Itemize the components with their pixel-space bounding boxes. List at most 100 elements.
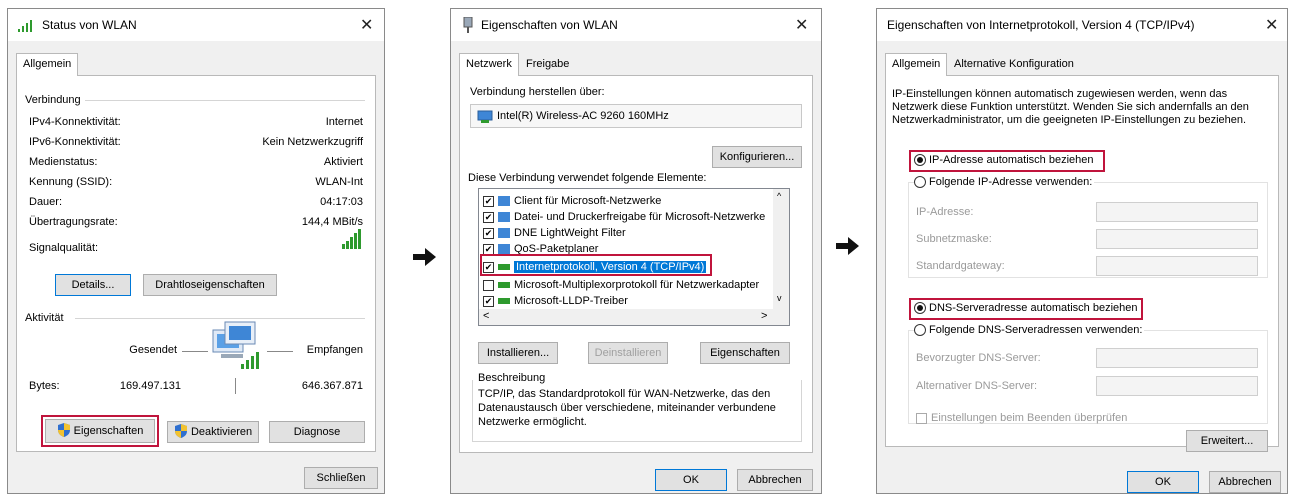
row-label: IPv4-Konnektivität: [29,116,121,128]
list-item[interactable]: ✔ DNE LightWeight Filter [483,225,626,241]
validate-checkbox[interactable] [916,412,927,424]
network-card-icon [477,110,493,123]
diagnose-button[interactable]: Diagnose [269,421,365,443]
protocol-icon [498,282,510,289]
elements-label: Diese Verbindung verwendet folgende Elem… [468,172,707,184]
connect-using-label: Verbindung herstellen über: [470,86,605,98]
shield-icon [174,424,187,439]
status-dialog-title: Status von WLAN [42,18,137,32]
network-service-icon [498,228,510,239]
bytes-label: Bytes: [29,380,60,392]
wireless-properties-button[interactable]: Drahtloseigenschaften [143,274,277,296]
close-button[interactable]: Schließen [304,467,378,489]
highlight-box [909,298,1143,320]
close-icon[interactable]: ✕ [795,15,808,35]
row-value: Internet [325,116,363,128]
cancel-button[interactable]: Abbrechen [1209,471,1281,493]
intro-text: Netzwerk diese Funktion unterstützt. Wen… [892,101,1249,113]
gateway-field[interactable] [1096,256,1258,276]
validate-label: Einstellungen beim Beenden überprüfen [931,412,1128,424]
ok-button[interactable]: OK [1127,471,1199,493]
item-properties-button[interactable]: Eigenschaften [700,342,790,364]
ip-address-field[interactable] [1096,202,1258,222]
list-item-label: Client für Microsoft-Netzwerke [514,195,662,207]
gateway-label: Standardgateway: [916,260,1005,272]
dns-manual-radio-row[interactable]: Folgende DNS-Serveradressen verwenden: [914,324,1145,337]
tab-network[interactable]: Netzwerk [459,53,519,76]
close-icon[interactable]: ✕ [1265,15,1278,35]
row-value: WLAN-Int [315,176,363,188]
list-item-label: DNE LightWeight Filter [514,227,626,239]
ip-manual-radio-row[interactable]: Folgende IP-Adresse verwenden: [914,176,1095,189]
list-item[interactable]: ✔ Client für Microsoft-Netzwerke [483,193,661,209]
list-item-label: Microsoft-LLDP-Treiber [514,295,628,307]
scroll-right-icon[interactable]: > [761,310,767,322]
row-label: Kennung (SSID): [29,176,113,188]
uninstall-button[interactable]: Deinstallieren [588,342,668,364]
install-button[interactable]: Installieren... [478,342,558,364]
network-adapter-icon [463,17,473,33]
list-item-label: Microsoft-Multiplexorprotokoll für Netzw… [514,279,760,291]
close-icon[interactable]: ✕ [360,15,373,35]
checkbox[interactable]: ✔ [483,243,494,255]
tab-sharing[interactable]: Freigabe [519,53,577,75]
configure-button[interactable]: Konfigurieren... [712,146,802,168]
ipv4-dialog-title: Eigenschaften von Internetprotokoll, Ver… [887,18,1195,32]
preferred-dns-field[interactable] [1096,348,1258,368]
description-text: TCP/IP, das Standardprotokoll für WAN-Ne… [478,388,771,400]
intro-text: IP-Einstellungen können automatisch zuge… [892,88,1228,100]
checkbox[interactable]: ✔ [483,227,494,239]
ipv4-properties-dialog: Eigenschaften von Internetprotokoll, Ver… [876,8,1288,494]
details-button[interactable]: Details... [55,274,131,296]
adapter-box: Intel(R) Wireless-AC 9260 160MHz [470,104,802,128]
bytes-sent-value: 169.497.131 [119,380,181,392]
alternate-dns-field[interactable] [1096,376,1258,396]
ipv4-tabs: Allgemein Alternative Konfiguration [885,53,1279,76]
checkbox[interactable]: ✔ [483,211,494,223]
horizontal-scrollbar[interactable]: < > [479,309,789,325]
deactivate-button-label: Deaktivieren [190,426,253,438]
validate-checkbox-row[interactable]: Einstellungen beim Beenden überprüfen [916,412,1127,424]
row-label: Übertragungsrate: [29,216,118,228]
deactivate-button[interactable]: Deaktivieren [167,421,259,443]
vertical-scrollbar[interactable]: ^ v [773,189,789,309]
highlight-box [909,150,1105,172]
arrow-right-icon [413,248,436,266]
properties-panel: Verbindung herstellen über: Intel(R) Wir… [459,75,813,453]
wifi-signal-icon [18,20,32,32]
row-label: Dauer: [29,196,63,208]
dns-manual-radio[interactable] [914,324,926,337]
tab-general[interactable]: Allgemein [16,53,79,76]
scroll-up-icon[interactable]: ^ [777,191,781,201]
tab-alternate-config[interactable]: Alternative Konfiguration [947,53,1081,75]
list-item[interactable]: ✔ Datei- und Druckerfreigabe für Microsof… [483,209,765,225]
row-value: Aktiviert [323,156,363,168]
scroll-left-icon[interactable]: < [483,310,489,322]
sent-label: Gesendet [129,344,177,356]
list-item[interactable]: Microsoft-Multiplexorprotokoll für Netzw… [483,277,759,293]
checkbox[interactable]: ✔ [483,195,494,207]
properties-tabs: Netzwerk Freigabe [459,53,813,76]
ok-button[interactable]: OK [655,469,727,491]
checkbox[interactable]: ✔ [483,295,494,307]
network-computer-icon [212,321,259,369]
ip-manual-radio[interactable] [914,176,926,189]
subnet-field[interactable] [1096,229,1258,249]
tab-general[interactable]: Allgemein [885,53,948,76]
advanced-button[interactable]: Erweitert... [1186,430,1268,452]
received-label: Empfangen [306,344,363,356]
intro-text: Netzwerkadministrator, um die geeigneten… [892,114,1247,126]
ip-manual-label: Folgende IP-Adresse verwenden: [929,176,1093,188]
arrow-right-icon [836,237,859,255]
alternate-dns-label: Alternativer DNS-Server: [916,380,1038,392]
ipv4-panel: IP-Einstellungen können automatisch zuge… [885,75,1279,452]
network-service-icon [498,212,510,223]
scroll-down-icon[interactable]: v [777,293,782,303]
network-client-icon [498,196,510,207]
row-value: 144,4 MBit/s [301,216,363,228]
status-titlebar: Status von WLAN ✕ [8,9,384,41]
dns-manual-label: Folgende DNS-Serveradressen verwenden: [929,324,1143,336]
list-item[interactable]: ✔ Microsoft-LLDP-Treiber [483,293,628,309]
checkbox[interactable] [483,279,494,291]
cancel-button[interactable]: Abbrechen [737,469,813,491]
